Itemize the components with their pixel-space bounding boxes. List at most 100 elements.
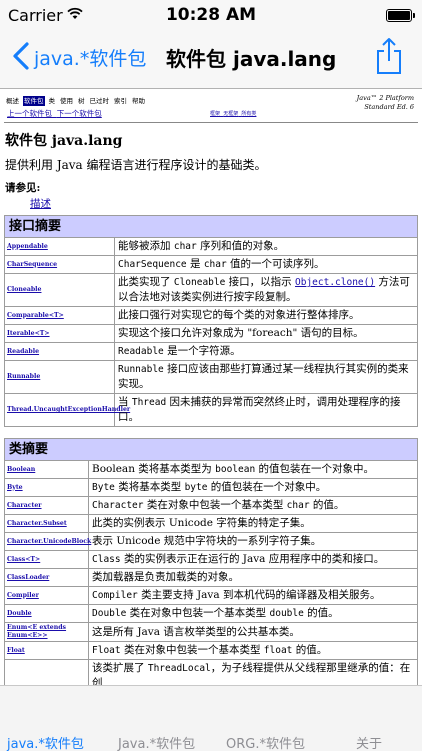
interface-description: 此类实现了 Cloneable 接口，以指示 Object.clone() 方法… [114,273,418,307]
code-text: Double [92,608,127,619]
nav-link-overview[interactable]: 概述 [5,96,20,106]
class-row: Character.Subset 此类的实例表示 Unicode 字符集的特定子集… [4,514,418,533]
code-text: double [269,608,304,619]
interface-name-link[interactable]: Appendable [4,237,115,256]
class-name-link[interactable]: Class<T> [4,550,89,569]
class-description: Byte 类将基本类型 byte 的值包装在一个对象中。 [88,478,418,497]
interface-summary-table: 接口摘要 Appendable 能够被添加 char 序列和值的对象。 CharSe… [4,215,418,427]
description-text: 值的一个可读序列。 [226,258,325,270]
class-name-link[interactable]: Boolean [4,460,89,479]
class-name-link[interactable]: Character [4,496,89,515]
description-text: 类在对象中包装一个基本类型 [143,499,287,511]
interface-row: Readable Readable 是一个字符源。 [4,342,418,361]
class-row: ClassLoader 类加载器是负责加载类的对象。 [4,568,418,587]
class-name-link[interactable]: Character.UnicodeBlock [4,532,91,551]
code-text: char [173,241,197,252]
nav-link-tree[interactable]: 树 [77,96,86,106]
nav-link-deprecated[interactable]: 已过时 [89,96,111,106]
class-description: 类加载器是负责加载类的对象。 [88,568,418,587]
class-name-link[interactable]: Byte [4,478,89,497]
class-description: Boolean 类将基本类型为 boolean 的值包装在一个对象中。 [88,460,418,479]
description-text: 的值包装在一个对象中。 [207,481,327,493]
class-name-link[interactable]: ClassLoader [4,568,89,587]
interface-name-link[interactable]: Readable [4,342,115,361]
class-description: Double 类在对象中包装一个基本类型 double 的值。 [88,604,418,623]
method-link[interactable]: Object.clone() [295,277,375,288]
class-row: Float Float 类在对象中包装一个基本类型 float 的值。 [4,641,418,660]
interface-name-link[interactable]: Iterable<T> [4,324,115,343]
platform-line-2: Standard Ed. 6 [364,103,414,111]
class-summary-table: 类摘要 Boolean Boolean 类将基本类型为 boolean 的值包装在… [4,438,418,685]
package-nav-links: 上一个软件包 下一个软件包 [7,108,102,119]
description-text: 的值。 [309,499,345,511]
chevron-left-icon[interactable] [10,40,32,72]
navigation-bar: java.*软件包 软件包 java.lang [0,30,422,89]
clock: 10:28 AM [165,5,257,25]
nav-link-help[interactable]: 帮助 [131,96,146,106]
description-text: 类加载器是负责加载类的对象。 [92,571,239,583]
frame-links: 框架 无框架 所有类 [210,110,256,117]
platform-label: Java™ 2 Platform Standard Ed. 6 [357,94,414,112]
class-description: Float 类在对象中包装一个基本类型 float 的值。 [88,641,418,660]
class-row: Byte Byte 类将基本类型 byte 的值包装在一个对象中。 [4,478,418,497]
class-row: Double Double 类在对象中包装一个基本类型 double 的值。 [4,604,418,623]
description-text: 实现这个接口允许对象成为 "foreach" 语句的目标。 [118,327,364,339]
description-text: 当 [118,396,132,408]
description-text: 该类扩展了 [92,662,148,674]
tab-about[interactable]: 关于 [356,733,382,752]
all-classes-link[interactable]: 所有类 [241,111,256,117]
class-name-link[interactable]: Character.Subset [4,514,89,533]
code-text: Thread [131,397,167,408]
code-text: Runnable [118,364,164,375]
frames-link[interactable]: 框架 [210,111,220,117]
description-text: 序列和值的对象。 [196,240,285,252]
tab-org-packages[interactable]: ORG.*软件包 [226,733,305,752]
class-description: 表示 Unicode 规范中字符块的一系列字符子集。 [88,532,418,551]
divider [4,122,418,123]
interface-name-link[interactable]: Thread.UncaughtExceptionHandler [4,393,130,427]
class-name-link[interactable]: Compiler [4,586,89,605]
class-row: Class<T> Class 类的实例表示正在运行的 Java 应用程序中的类和接… [4,550,418,569]
interface-name-link[interactable]: CharSequence [4,255,115,274]
next-package-link[interactable]: 下一个软件包 [57,109,102,118]
class-description: Class 类的实例表示正在运行的 Java 应用程序中的类和接口。 [88,550,418,569]
description-text: 类在对象中包装一个基本类型 [126,607,270,619]
interface-name-link[interactable]: Runnable [4,360,115,394]
class-row: Compiler Compiler 类主要支持 Java 到本机代码的编译器及相关… [4,586,418,605]
class-row: Enum<E extends Enum<E>> 这是所有 Java 语言枚举类型的… [4,622,418,642]
description-text: 类主要支持 Java 到本机代码的编译器及相关服务。 [137,589,381,601]
interface-name-link[interactable]: Comparable<T> [4,306,115,325]
package-heading: 软件包 java.lang [5,133,123,149]
interface-description: Readable 是一个字符源。 [114,342,418,361]
tab-javax-packages[interactable]: Java.*软件包 [118,733,195,752]
page-title: 软件包 java.lang [166,47,337,71]
interface-summary-header: 接口摘要 [4,215,418,238]
class-row: Boolean Boolean 类将基本类型为 boolean 的值包装在一个对象… [4,460,418,479]
prev-package-link[interactable]: 上一个软件包 [7,109,52,118]
back-button[interactable]: java.*软件包 [34,44,146,71]
code-text: ThreadLocal [147,663,211,674]
interface-name-link[interactable]: Cloneable [4,273,115,307]
share-icon[interactable] [374,36,404,76]
nav-link-use[interactable]: 使用 [59,96,74,106]
description-text: 类在对象中包装一个基本类型 [120,644,264,656]
nav-link-class: 类 [48,97,56,105]
description-text: 此类实现了 [118,276,174,288]
interface-row: Thread.UncaughtExceptionHandler 当 Thread … [4,393,418,427]
interface-row: Iterable<T> 实现这个接口允许对象成为 "foreach" 语句的目标。 [4,324,418,343]
class-name-link[interactable]: Float [4,641,89,660]
interface-description: Runnable 接口应该由那些打算通过某一线程执行其实例的类来实现。 [114,360,418,394]
interface-row: Cloneable 此类实现了 Cloneable 接口，以指示 Object.c… [4,273,418,307]
class-name-link[interactable]: Enum<E extends Enum<E>> [4,622,89,642]
description-link[interactable]: 描述 [30,196,51,211]
code-text: char [203,259,227,270]
code-text: byte [184,482,208,493]
class-description: 此类的实例表示 Unicode 字符集的特定子集。 [88,514,418,533]
javadoc-webview[interactable]: 概述 软件包类使用树已过时 索引 帮助 上一个软件包 下一个软件包 框架 无框架 所有… [0,89,422,685]
nav-link-index[interactable]: 索引 [113,96,128,106]
class-row: Character.UnicodeBlock 表示 Unicode 规范中字符块的… [4,532,418,551]
no-frames-link[interactable]: 无框架 [223,111,238,117]
class-name-link[interactable]: Double [4,604,89,623]
interface-row: CharSequence CharSequence 是 char 值的一个可读序列… [4,255,418,274]
tab-java-packages[interactable]: java.*软件包 [7,733,84,752]
